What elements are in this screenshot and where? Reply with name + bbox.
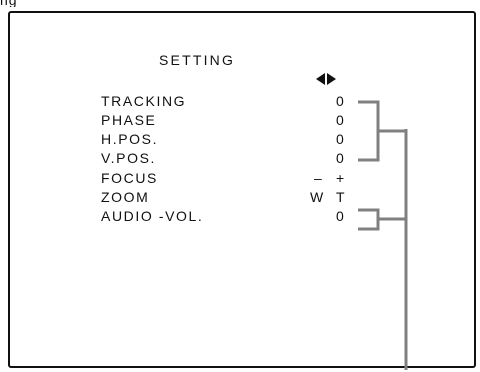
bracket-lower <box>358 208 380 231</box>
connector-lines <box>358 100 408 370</box>
bracket-upper <box>358 100 380 162</box>
